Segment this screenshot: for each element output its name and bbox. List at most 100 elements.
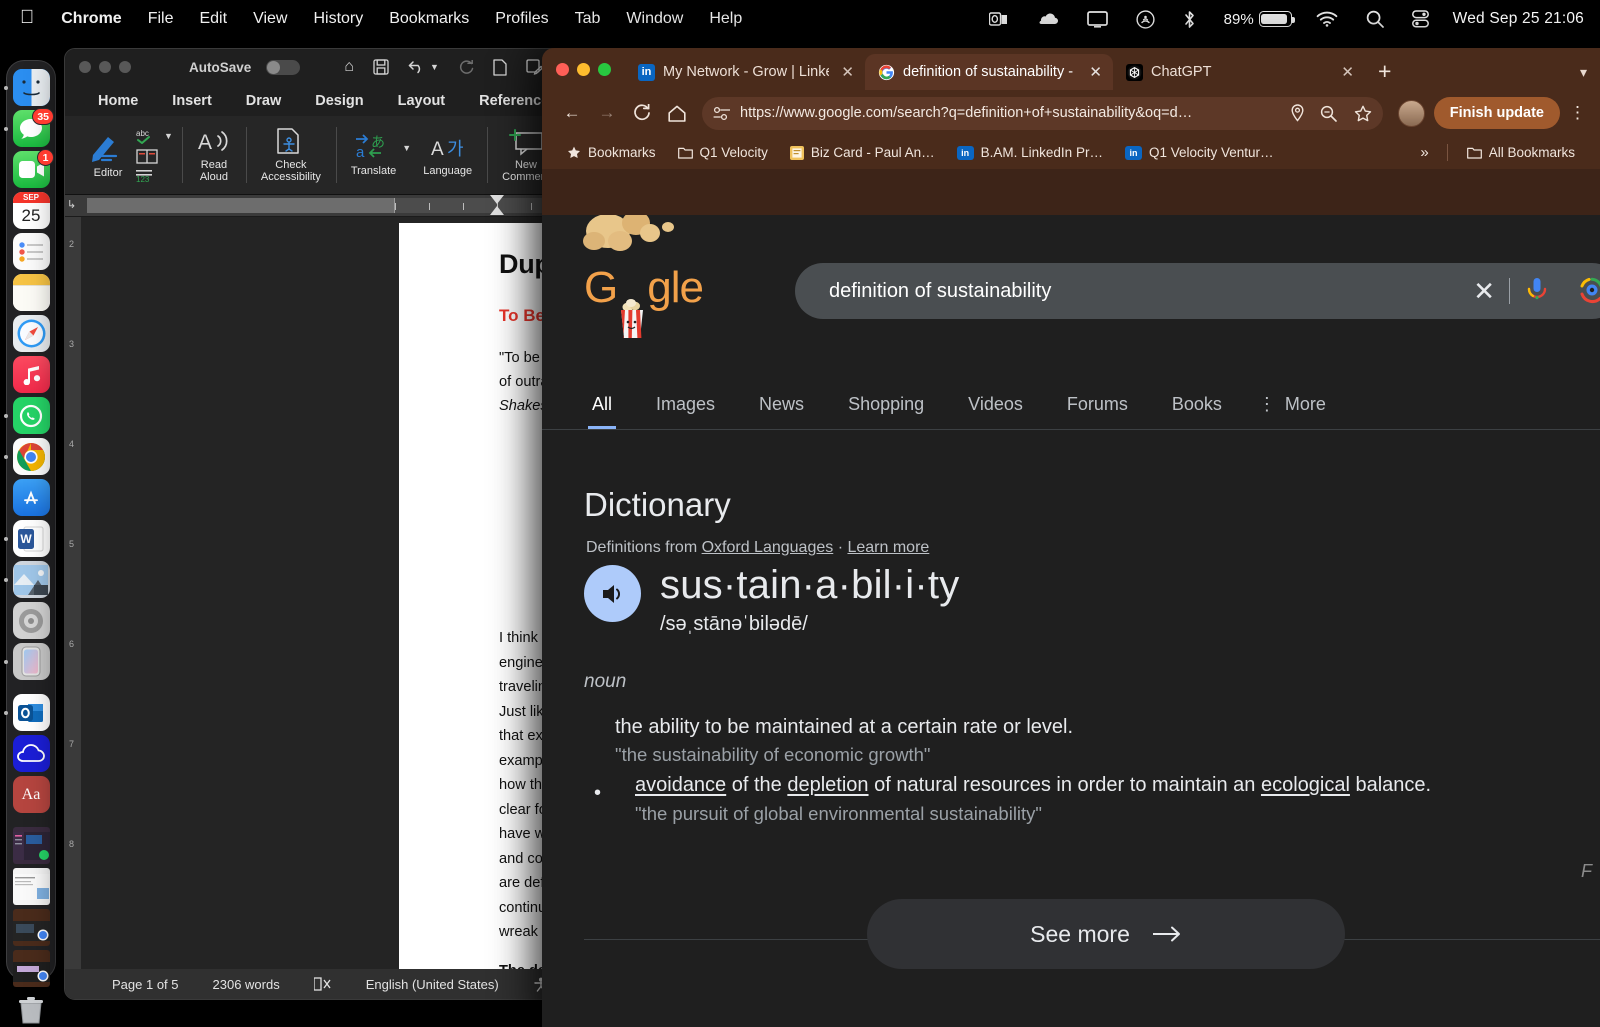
learn-more-link[interactable]: Learn more (847, 539, 929, 556)
location-pin-icon[interactable] (1290, 104, 1305, 122)
save-icon[interactable] (373, 59, 389, 75)
dock-minimized-window-1[interactable] (11, 827, 51, 864)
dock-item-reminders[interactable] (11, 233, 51, 270)
profile-avatar[interactable] (1397, 99, 1425, 127)
wifi-icon[interactable] (1302, 11, 1352, 27)
tab-images[interactable]: Images (634, 394, 737, 429)
dock-item-whatsapp[interactable] (4, 397, 51, 434)
browser-tab-chatgpt[interactable]: ChatGPT ✕ (1113, 54, 1365, 90)
home-icon[interactable]: ⌂ (344, 58, 354, 76)
language-button[interactable]: A가 Language (417, 133, 478, 177)
word-count-icon[interactable]: 123 (136, 169, 173, 183)
search-input[interactable]: definition of sustainability (829, 280, 1459, 303)
word-count[interactable]: 2306 words (196, 977, 297, 992)
tab-news[interactable]: News (737, 394, 826, 429)
window-close-button[interactable] (79, 61, 91, 73)
dock-item-facetime[interactable]: 1 (11, 149, 54, 188)
bookmark-q1-velocity[interactable]: Q1 Velocity (667, 145, 779, 160)
dock-item-finder[interactable] (4, 69, 51, 106)
tab-books[interactable]: Books (1150, 394, 1244, 429)
window-maximize-button[interactable] (119, 61, 131, 73)
google-search-box[interactable]: definition of sustainability ✕ (795, 263, 1600, 319)
menu-item-window[interactable]: Window (613, 10, 696, 28)
bookmark-star-icon[interactable] (1346, 105, 1372, 122)
thesaurus-icon[interactable] (136, 148, 173, 164)
redo-icon[interactable] (458, 60, 474, 74)
bookmark-bam-linkedin[interactable]: in B.AM. LinkedIn Pr… (946, 145, 1114, 160)
window-minimize-button[interactable] (99, 61, 111, 73)
dock-item-chrome[interactable] (4, 438, 51, 475)
tab-layout[interactable]: Layout (381, 93, 463, 109)
apple-logo-icon[interactable]:  (14, 8, 48, 30)
chevron-down-icon[interactable]: ▼ (164, 131, 173, 141)
spotlight-search-icon[interactable] (1352, 10, 1398, 28)
tab-search-chevron-icon[interactable]: ▾ (1580, 64, 1587, 81)
airdrop-icon[interactable] (1122, 9, 1169, 29)
translate-button[interactable]: aあ Translate (345, 133, 402, 177)
close-tab-icon[interactable]: ✕ (1337, 63, 1354, 81)
proofing-errors-icon[interactable] (297, 977, 349, 991)
autosave-toggle[interactable] (266, 59, 301, 75)
read-aloud-button[interactable]: A Read Aloud (191, 127, 237, 183)
bookmark-q1-velocity-ventures[interactable]: in Q1 Velocity Ventur… (1114, 145, 1285, 160)
dock-minimized-window-4[interactable] (11, 950, 51, 987)
battery-status[interactable]: 89% (1210, 11, 1302, 28)
menu-item-help[interactable]: Help (696, 10, 755, 28)
dock-item-calendar[interactable]: SEP 25 (11, 192, 51, 229)
dock-item-messages[interactable]: 35 (4, 108, 54, 147)
back-arrow-icon[interactable]: ← (556, 97, 588, 129)
dock-item-word[interactable]: W (4, 520, 51, 557)
tab-all[interactable]: All (570, 394, 634, 429)
dock-item-onedrive[interactable] (11, 735, 51, 772)
check-accessibility-button[interactable]: Check Accessibility (255, 127, 327, 183)
chevron-down-icon[interactable]: ▼ (430, 62, 439, 72)
finish-update-button[interactable]: Finish update (1433, 97, 1560, 129)
menu-item-file[interactable]: File (135, 10, 187, 28)
page-indicator[interactable]: Page 1 of 5 (95, 977, 196, 992)
menu-item-edit[interactable]: Edit (186, 10, 240, 28)
depletion-link[interactable]: depletion (787, 774, 868, 796)
tab-videos[interactable]: Videos (946, 394, 1045, 429)
menu-item-chrome[interactable]: Chrome (48, 10, 134, 28)
oxford-languages-link[interactable]: Oxford Languages (702, 539, 834, 556)
editor-button[interactable]: Editor (82, 131, 134, 179)
dock-item-photos[interactable] (4, 561, 51, 598)
bookmark-biz-card[interactable]: Biz Card - Paul An… (779, 145, 946, 160)
dock-item-dictionary[interactable]: Aa (11, 776, 51, 813)
dock-item-outlook[interactable] (4, 694, 51, 731)
language-indicator[interactable]: English (United States) (349, 977, 516, 992)
dock-item-app-store[interactable] (11, 479, 51, 516)
screen-mirroring-icon[interactable] (1073, 10, 1122, 28)
dock-minimized-window-2[interactable] (11, 868, 51, 905)
menu-item-tab[interactable]: Tab (562, 10, 614, 28)
onedrive-cloud-icon[interactable] (1022, 11, 1073, 27)
forward-arrow-icon[interactable]: → (591, 97, 623, 129)
tab-draw[interactable]: Draw (229, 93, 298, 109)
dock-item-trash[interactable] (11, 991, 51, 1027)
window-close-button[interactable] (556, 62, 569, 76)
spelling-check-icon[interactable]: abc ▼ (136, 128, 173, 144)
menu-item-history[interactable]: History (300, 10, 376, 28)
google-logo[interactable]: G gle (584, 263, 704, 338)
close-tab-icon[interactable]: ✕ (837, 63, 854, 81)
three-dot-menu-icon[interactable]: ⋮ (1563, 103, 1586, 123)
control-center-icon[interactable] (1398, 10, 1443, 28)
dock-item-safari[interactable] (11, 315, 51, 352)
dock-item-system-settings[interactable] (11, 602, 51, 639)
reload-icon[interactable] (626, 97, 658, 129)
google-lens-icon[interactable] (1564, 277, 1600, 305)
bookmarks-overflow-icon[interactable]: » (1410, 144, 1438, 161)
dock-minimized-window-3[interactable] (11, 909, 51, 946)
menu-item-bookmarks[interactable]: Bookmarks (376, 10, 482, 28)
site-settings-icon[interactable] (713, 106, 731, 121)
dock-item-music[interactable] (11, 356, 51, 393)
home-icon[interactable] (661, 97, 693, 129)
tab-home[interactable]: Home (81, 93, 155, 109)
undo-icon[interactable]: ▼ (408, 60, 439, 74)
dock-item-iphone-mirroring[interactable] (4, 643, 51, 680)
chevron-down-icon[interactable]: ▼ (402, 143, 417, 167)
bookmark-bookmarks[interactable]: Bookmarks (556, 145, 667, 160)
menu-item-profiles[interactable]: Profiles (482, 10, 561, 28)
window-minimize-button[interactable] (577, 62, 590, 76)
tab-forums[interactable]: Forums (1045, 394, 1150, 429)
